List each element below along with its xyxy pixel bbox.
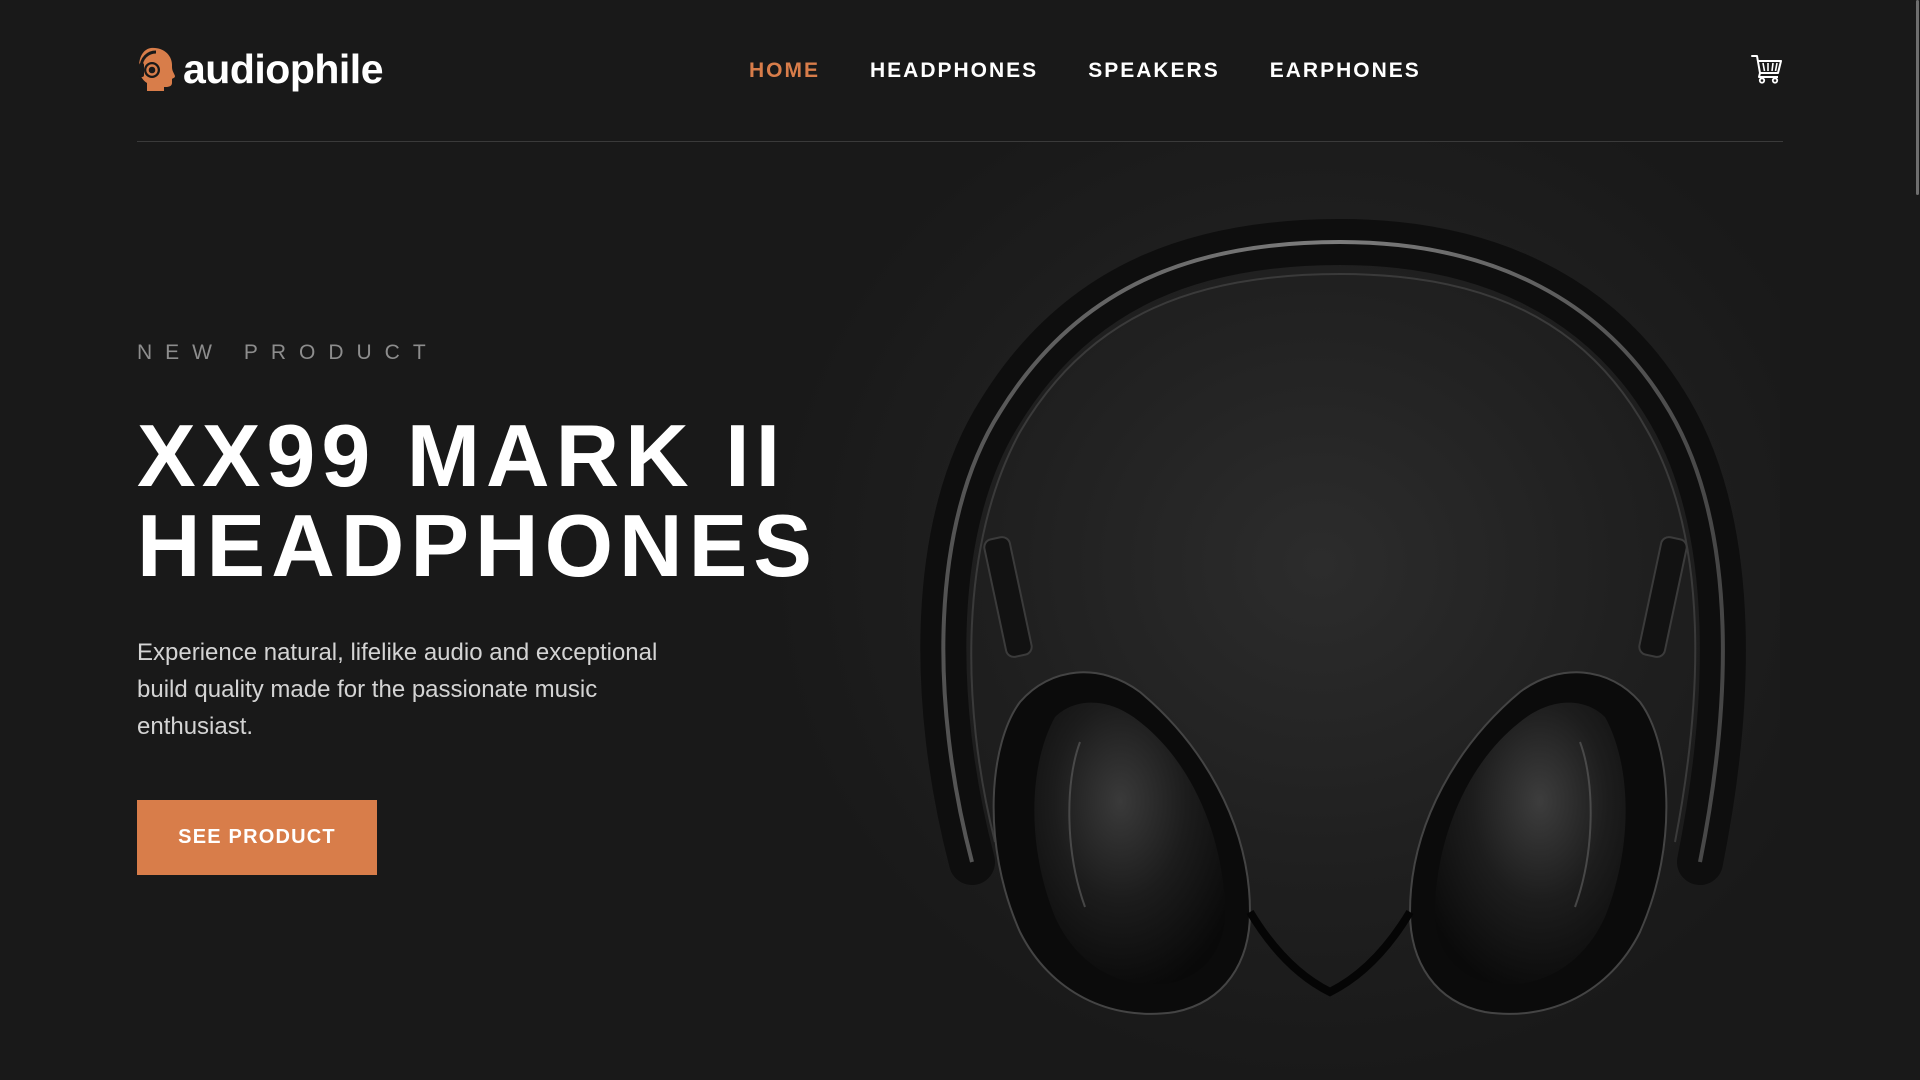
site-header: audiophile HOME HEADPHONES SPEAKERS EARP… bbox=[137, 0, 1783, 142]
hero-content: NEW PRODUCT XX99 Mark II Headphones Expe… bbox=[137, 336, 897, 745]
see-product-button[interactable]: See Product bbox=[137, 800, 377, 875]
hero-overline: NEW PRODUCT bbox=[137, 341, 439, 364]
hero-title-line-1: XX99 Mark II bbox=[137, 406, 787, 505]
nav-link-earphones[interactable]: EARPHONES bbox=[1270, 58, 1421, 84]
headphones-image bbox=[780, 142, 1780, 1080]
hero-description: Experience natural, lifelike audio and e… bbox=[137, 639, 658, 740]
brand-logo[interactable]: audiophile bbox=[137, 45, 384, 93]
nav-link-headphones[interactable]: HEADPHONES bbox=[870, 58, 1038, 84]
scrollbar-track[interactable] bbox=[1914, 0, 1920, 1080]
nav-link-speakers[interactable]: SPEAKERS bbox=[1088, 58, 1220, 84]
main-nav: HOME HEADPHONES SPEAKERS EARPHONES bbox=[749, 58, 1421, 84]
hero-title-line-2: Headphones bbox=[137, 496, 818, 595]
page: audiophile HOME HEADPHONES SPEAKERS EARP… bbox=[0, 0, 1920, 1080]
hero-title: XX99 Mark II Headphones bbox=[137, 411, 897, 591]
cart-icon bbox=[1751, 55, 1782, 84]
brand-name: audiophile bbox=[183, 45, 384, 92]
nav-link-home[interactable]: HOME bbox=[749, 58, 820, 84]
audiophile-logo-icon bbox=[139, 47, 175, 91]
scrollbar-thumb[interactable] bbox=[1916, 0, 1919, 195]
cart-button[interactable] bbox=[1751, 54, 1783, 84]
